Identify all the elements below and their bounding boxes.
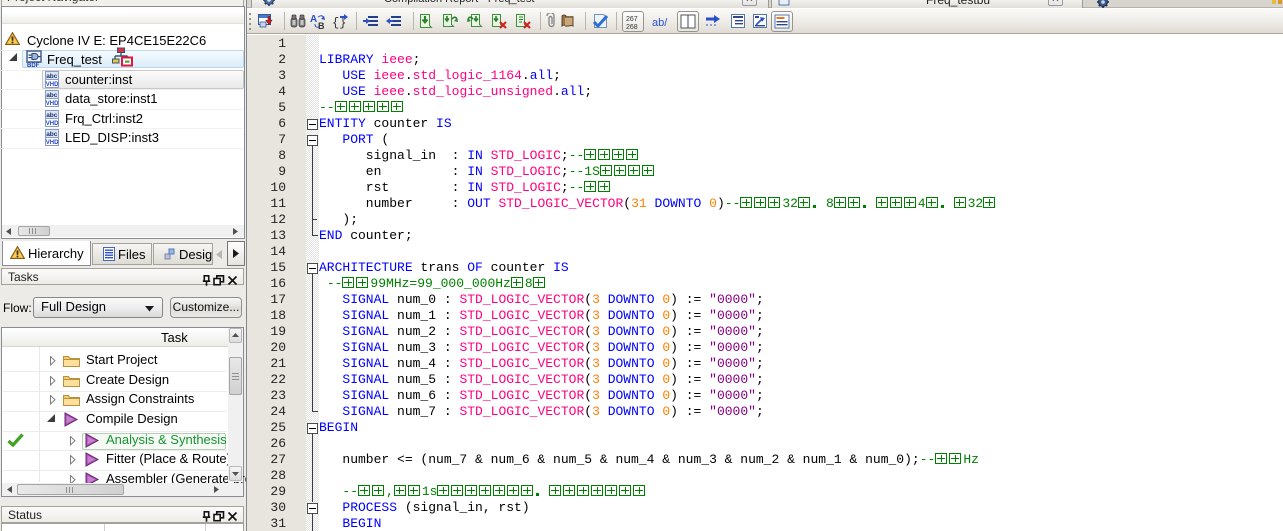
svg-text:abc: abc	[46, 73, 58, 80]
svg-text:A: A	[310, 14, 317, 25]
svg-text:VHD: VHD	[46, 121, 59, 127]
svg-text:VHD: VHD	[46, 82, 59, 88]
svg-text:267: 267	[626, 16, 638, 23]
svg-text:VHD: VHD	[46, 101, 59, 107]
svg-text:B: B	[318, 21, 325, 29]
svg-text:abc: abc	[46, 131, 58, 138]
svg-text:abc: abc	[46, 92, 58, 99]
svg-text:BDF: BDF	[27, 63, 40, 67]
svg-text:abc: abc	[46, 112, 58, 119]
svg-text:ab/: ab/	[652, 17, 668, 29]
svg-text:268: 268	[626, 24, 638, 31]
svg-text:VHD: VHD	[46, 140, 59, 146]
